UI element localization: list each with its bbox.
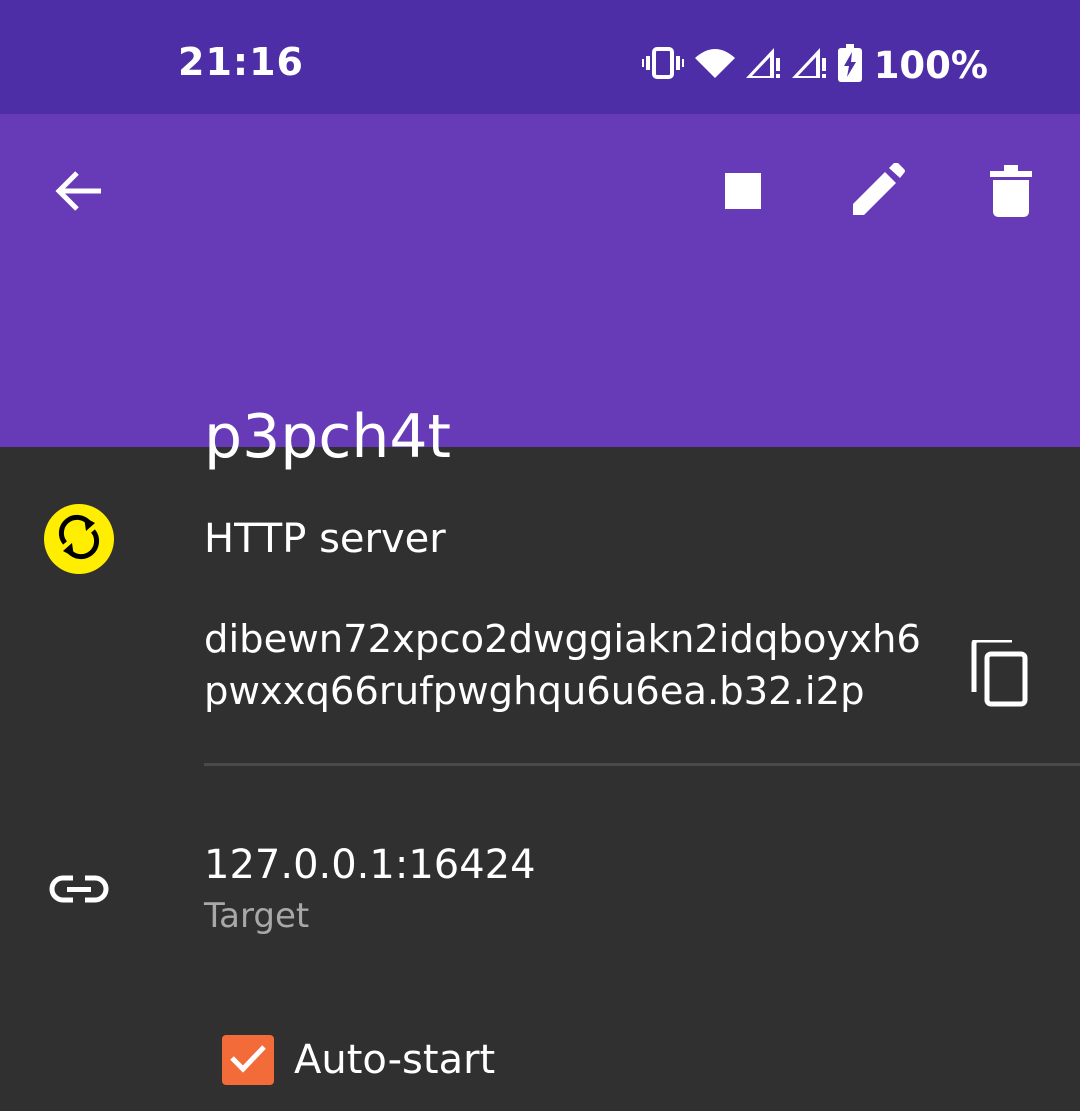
stop-button[interactable] xyxy=(710,160,776,226)
page-title: p3pch4t xyxy=(204,402,452,472)
delete-trash-icon xyxy=(990,165,1032,221)
app-bar: p3pch4t xyxy=(0,114,1080,472)
target-value: 127.0.0.1:16424 xyxy=(204,842,536,888)
status-icons: 100% xyxy=(641,42,988,88)
divider xyxy=(204,763,1080,766)
checkmark-icon xyxy=(229,1043,267,1077)
signal-no-internet-icon xyxy=(791,46,828,84)
status-time: 21:16 xyxy=(178,40,304,84)
wifi-icon xyxy=(694,46,736,84)
stop-icon xyxy=(725,173,761,213)
edit-pencil-icon xyxy=(849,162,905,223)
sync-icon xyxy=(55,513,103,565)
back-button[interactable] xyxy=(46,160,112,226)
status-bar: 21:16 100% xyxy=(0,0,1080,114)
battery-charging-icon xyxy=(837,44,862,86)
link-icon xyxy=(46,856,112,922)
signal-no-internet-icon xyxy=(745,46,782,84)
tunnel-type: HTTP server xyxy=(204,516,446,562)
edit-button[interactable] xyxy=(844,160,910,226)
target-label: Target xyxy=(204,896,310,936)
vibrate-icon xyxy=(641,45,684,85)
tunnel-address: dibewn72xpco2dwggiakn2idqboyxh6pwxxq66ru… xyxy=(204,617,921,714)
delete-button[interactable] xyxy=(978,160,1044,226)
battery-percent: 100% xyxy=(873,43,988,87)
autostart-label[interactable]: Auto-start xyxy=(294,1037,495,1083)
tunnel-status-indicator xyxy=(44,504,114,574)
autostart-checkbox[interactable] xyxy=(222,1035,274,1085)
back-arrow-icon xyxy=(53,167,105,219)
copy-address-button[interactable] xyxy=(962,637,1038,714)
copy-icon xyxy=(970,637,1030,712)
